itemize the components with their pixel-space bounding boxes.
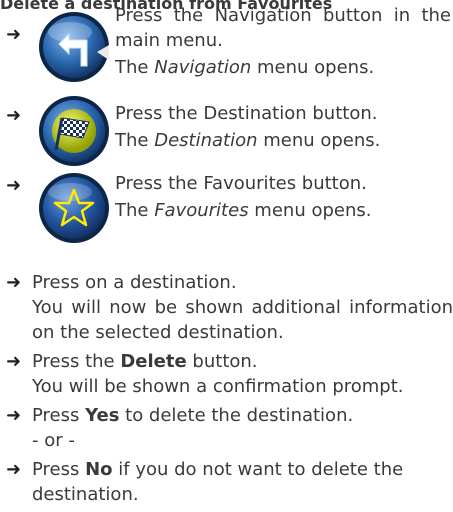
step-4-action: Press on a destination. — [32, 272, 237, 293]
step-arrow: ➜ — [6, 272, 22, 293]
yes-label: Yes — [85, 405, 120, 426]
step-7: ➜ Press No if you do not want to delete … — [0, 457, 453, 507]
step-arrow: ➜ — [6, 175, 22, 196]
step-2-result: The Destination menu opens. — [115, 130, 381, 151]
step-1: Press the Navigation button in the main … — [115, 3, 451, 80]
favourites-button-icon — [37, 171, 111, 245]
step-3-action: Press the Favourites button. — [115, 173, 367, 194]
step-7-action: Press No if you do not want to delete th… — [32, 459, 404, 505]
step-1-result: The Navigation menu opens. — [115, 57, 375, 78]
or-separator: - or - — [32, 430, 75, 451]
step-2: Press the Destination button. The Destin… — [115, 101, 451, 153]
step-arrow: ➜ — [6, 459, 22, 480]
step-6: ➜ Press Yes to delete the destination. -… — [0, 403, 453, 453]
step-6-action: Press Yes to delete the destination. — [32, 405, 354, 426]
menu-name-destination: Destination — [154, 130, 258, 151]
delete-label: Delete — [120, 351, 187, 372]
step-arrow: ➜ — [6, 405, 22, 426]
destination-button-icon — [37, 94, 111, 168]
no-label: No — [85, 459, 113, 480]
step-5: ➜ Press the Delete button. You will be s… — [0, 349, 453, 399]
step-5-result: You will be shown a confirmation prompt. — [32, 376, 404, 397]
step-5-action: Press the Delete button. — [32, 351, 258, 372]
step-3: Press the Favourites button. The Favouri… — [115, 171, 451, 223]
step-1-action: Press the Navigation button in the main … — [115, 5, 451, 51]
navigation-button-icon — [37, 10, 111, 84]
step-2-action: Press the Destination button. — [115, 103, 378, 124]
step-4: ➜ Press on a destination. You will now b… — [0, 270, 453, 345]
menu-name-navigation: Navigation — [154, 57, 252, 78]
remaining-steps: ➜ Press on a destination. You will now b… — [0, 270, 453, 507]
step-4-result: You will now be shown additional informa… — [32, 297, 453, 343]
step-arrow: ➜ — [6, 351, 22, 372]
step-arrow: ➜ — [6, 24, 22, 45]
menu-name-favourites: Favourites — [154, 200, 249, 221]
step-3-result: The Favourites menu opens. — [115, 200, 372, 221]
step-arrow: ➜ — [6, 105, 22, 126]
